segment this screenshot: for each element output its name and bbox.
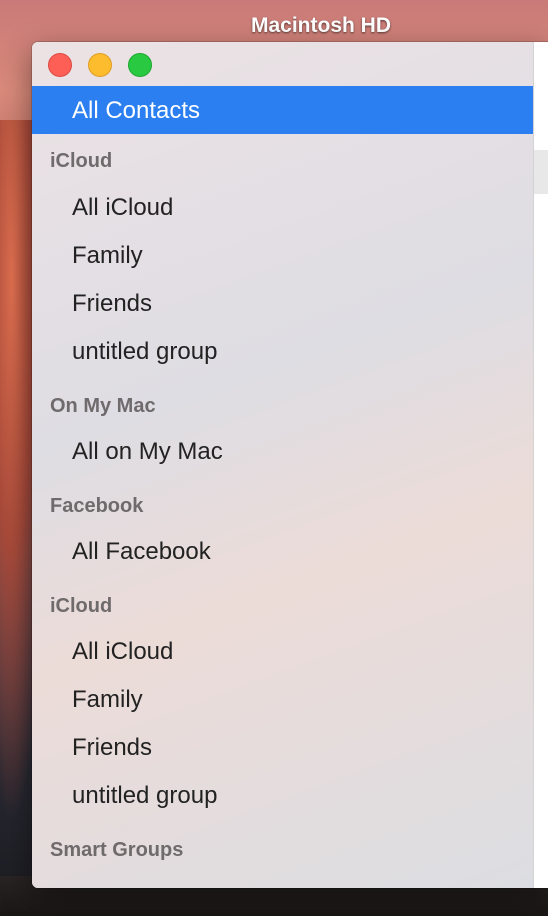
section-header-smart-groups: Smart Groups [50,839,184,861]
section-header-icloud-2: iCloud [50,595,113,617]
zoom-button[interactable] [128,53,152,77]
sidebar-item-untitled-group-2[interactable]: untitled group [72,782,217,810]
sidebar-item-family-2[interactable]: Family [72,686,143,714]
minimize-button[interactable] [88,53,112,77]
sidebar-item-all-icloud[interactable]: All iCloud [72,194,173,222]
section-header-on-my-mac: On My Mac [50,395,156,417]
section-header-facebook: Facebook [50,495,144,517]
sidebar-item-all-on-my-mac[interactable]: All on My Mac [72,438,223,466]
sidebar-item-label: All Contacts [72,97,201,124]
sidebar-item-all-facebook[interactable]: All Facebook [72,538,211,566]
section-header-icloud: iCloud [50,150,113,172]
sidebar-item-all-icloud-2[interactable]: All iCloud [72,638,173,666]
sidebar-item-friends-2[interactable]: Friends [72,734,152,762]
sidebar-item-family[interactable]: Family [72,242,143,270]
sidebar-item-friends[interactable]: Friends [72,290,152,318]
groups-sidebar: All Contacts iCloud All iCloud Family Fr… [32,42,533,888]
contacts-list-pane [533,42,548,888]
search-field[interactable] [534,150,548,194]
close-button[interactable] [48,53,72,77]
contacts-window: All Contacts iCloud All iCloud Family Fr… [32,42,548,888]
sidebar-item-all-contacts[interactable]: All Contacts [32,86,533,134]
desktop-disk-label[interactable]: Macintosh HD [0,14,548,38]
sidebar-item-untitled-group[interactable]: untitled group [72,338,217,366]
